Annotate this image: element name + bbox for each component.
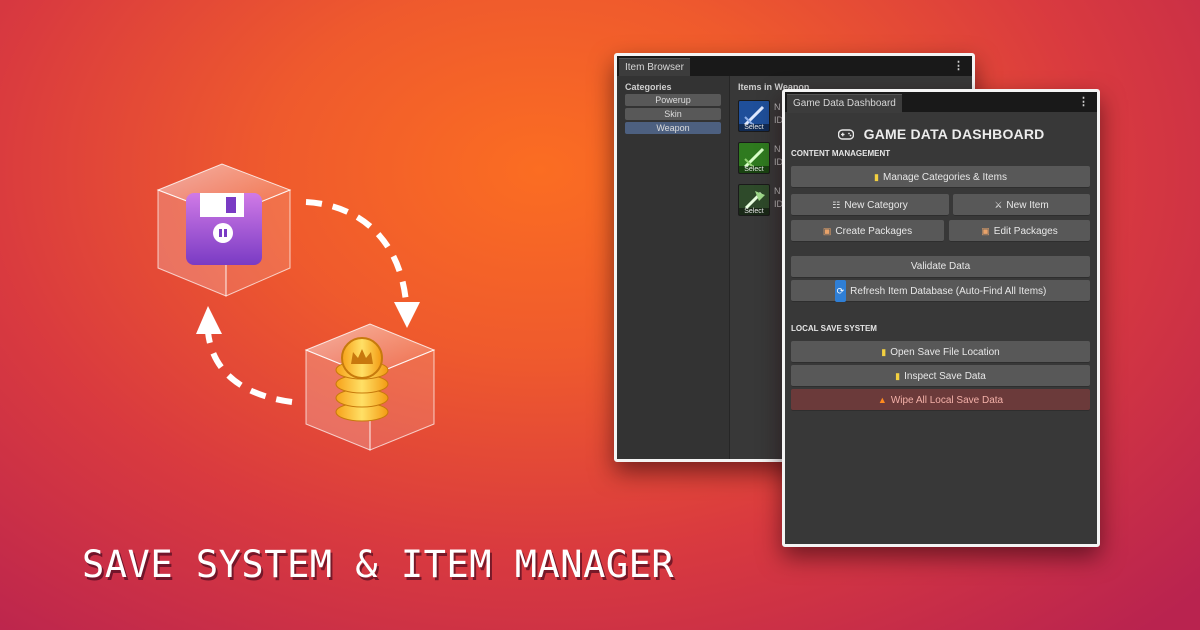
button-label: Open Save File Location (890, 347, 1000, 358)
kebab-menu-icon[interactable]: ⋮ (1078, 95, 1089, 108)
validate-data-button[interactable]: Validate Data (791, 256, 1090, 278)
refresh-icon: ⟳ (834, 280, 847, 302)
item-name: N (774, 186, 781, 196)
item-select-label: Select (739, 124, 769, 131)
page-title: GAME DATA DASHBOARD (785, 126, 1097, 142)
item-select-label: Select (739, 208, 769, 215)
new-category-button[interactable]: ☷ New Category (791, 194, 949, 216)
kebab-menu-icon[interactable]: ⋮ (953, 59, 964, 72)
package-icon: ▣ (822, 226, 832, 236)
dashboard-body: GAME DATA DASHBOARD CONTENT MANAGEMENT ▮… (785, 112, 1097, 544)
inspect-save-data-button[interactable]: ▮ Inspect Save Data (791, 365, 1090, 387)
categories-label: Categories (625, 82, 672, 92)
wipe-all-local-save-data-button[interactable]: ▲ Wipe All Local Save Data (791, 389, 1090, 411)
button-label: New Item (1006, 200, 1049, 211)
tab-game-data-dashboard[interactable]: Game Data Dashboard (787, 94, 902, 113)
floppy-cube-icon (156, 163, 292, 297)
content-management-heading: CONTENT MANAGEMENT (791, 149, 891, 158)
fire-icon: ▲ (877, 395, 887, 405)
tab-item-browser[interactable]: Item Browser (619, 58, 690, 77)
item-browser-tabbar: Item Browser ⋮ (617, 56, 972, 77)
create-packages-button[interactable]: ▣ Create Packages (791, 220, 944, 242)
folder-icon: ▮ (895, 371, 901, 381)
item-select-label: Select (739, 166, 769, 173)
button-label: Refresh Item Database (Auto-Find All Ite… (850, 286, 1047, 297)
button-label: Inspect Save Data (904, 371, 986, 382)
coin-cube-icon (304, 323, 436, 451)
category-skin[interactable]: Skin (625, 108, 721, 120)
button-label: Edit Packages (993, 226, 1058, 237)
save-cycle-illustration (156, 163, 436, 451)
game-data-dashboard-window: Game Data Dashboard ⋮ GAME DATA DASHBOAR… (782, 89, 1100, 547)
folder-icon: ▮ (874, 172, 879, 182)
green-sword-icon[interactable]: Select (738, 142, 770, 174)
button-label: Wipe All Local Save Data (890, 395, 1004, 406)
manage-categories-items-button[interactable]: ▮ Manage Categories & Items (791, 166, 1090, 188)
list-item[interactable]: Select N ID (738, 100, 783, 134)
axe-icon[interactable]: Select (738, 184, 770, 216)
item-name: N (774, 144, 781, 154)
button-label: Create Packages (835, 226, 913, 237)
new-item-button[interactable]: ⚔ New Item (953, 194, 1090, 216)
button-label: Manage Categories & Items (883, 172, 1007, 183)
crossed-swords-icon: ⚔ (994, 200, 1003, 210)
folder-icon: ▮ (881, 347, 887, 357)
list-item[interactable]: Select N ID (738, 142, 783, 176)
sword-icon[interactable]: Select (738, 100, 770, 132)
open-save-file-location-button[interactable]: ▮ Open Save File Location (791, 341, 1090, 363)
button-label: New Category (844, 200, 908, 211)
category-powerup[interactable]: Powerup (625, 94, 721, 106)
category-icon: ☷ (832, 200, 841, 210)
gamepad-icon (837, 126, 858, 142)
dashboard-title: GAME DATA DASHBOARD (863, 126, 1045, 142)
list-item[interactable]: Select N ID (738, 184, 783, 218)
headline: SAVE SYSTEM & ITEM MANAGER (82, 543, 675, 586)
item-name: N (774, 102, 781, 112)
categories-pane: Categories Powerup Skin Weapon (617, 76, 730, 459)
refresh-item-database-button[interactable]: ⟳ Refresh Item Database (Auto-Find All It… (791, 280, 1090, 302)
edit-packages-button[interactable]: ▣ Edit Packages (949, 220, 1090, 242)
category-weapon[interactable]: Weapon (625, 122, 721, 134)
local-save-system-heading: LOCAL SAVE SYSTEM (791, 324, 877, 333)
package-icon: ▣ (981, 226, 990, 236)
dashboard-tabbar: Game Data Dashboard ⋮ (785, 92, 1097, 113)
